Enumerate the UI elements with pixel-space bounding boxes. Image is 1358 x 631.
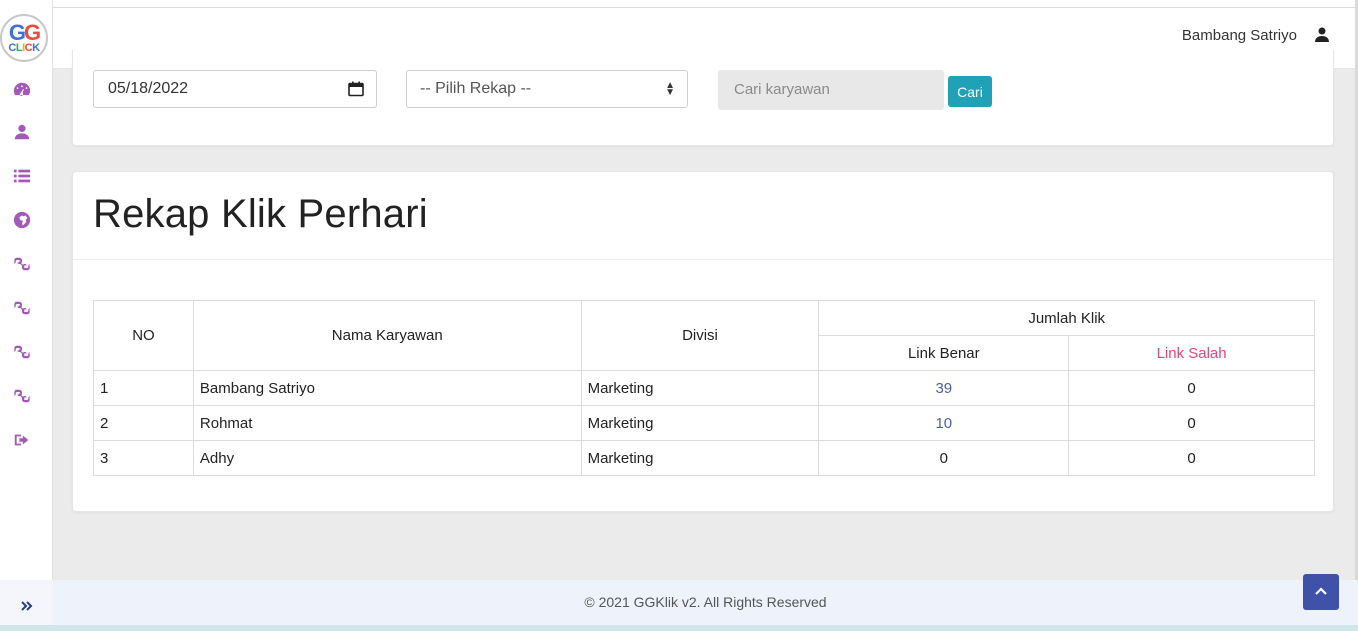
filter-card: 05/18/2022 -- Pilih Rekap -- ▲ ▼ Cari kar… xyxy=(72,50,1334,146)
table-row: 1 Bambang Satriyo Marketing 39 0 xyxy=(93,370,1315,406)
cell-divisi: Marketing xyxy=(580,440,820,476)
top-border xyxy=(53,0,1358,8)
app-logo[interactable]: GG CLICK xyxy=(0,14,48,62)
cell-nama: Rohmat xyxy=(192,405,582,441)
card-header: Rekap Klik Perhari xyxy=(73,172,1333,260)
link-icon xyxy=(14,345,30,359)
cell-no: 1 xyxy=(93,370,194,406)
sidebar-item-link-2[interactable] xyxy=(10,296,34,320)
search-button[interactable]: Cari xyxy=(948,76,992,107)
sidebar-item-dashboard[interactable] xyxy=(10,77,34,101)
search-placeholder: Cari karyawan xyxy=(734,81,830,98)
cell-link-salah: 0 xyxy=(1068,405,1315,441)
link-icon xyxy=(14,389,30,403)
globe-icon xyxy=(13,211,31,229)
sidebar: GG CLICK xyxy=(0,0,53,631)
cell-link-salah: 0 xyxy=(1068,370,1315,406)
rekap-select-value: -- Pilih Rekap -- xyxy=(420,80,532,97)
sidebar-item-link-4[interactable] xyxy=(10,384,34,408)
logo-letter: K xyxy=(32,41,40,54)
cell-divisi: Marketing xyxy=(580,405,820,441)
double-chevron-right-icon xyxy=(20,600,32,611)
sidebar-expand-button[interactable] xyxy=(0,580,53,631)
logo-letter: C xyxy=(24,41,33,54)
sidebar-item-user[interactable] xyxy=(10,120,34,144)
page-title: Rekap Klik Perhari xyxy=(93,192,428,236)
table-header-row: NO Nama Karyawan Divisi Jumlah Klik xyxy=(93,300,1315,371)
chevron-up-icon xyxy=(1315,587,1327,595)
header-jumlah-klik: Jumlah Klik xyxy=(818,300,1315,336)
sidebar-item-globe[interactable] xyxy=(10,208,34,232)
rekap-select[interactable]: -- Pilih Rekap -- ▲ ▼ xyxy=(406,70,688,108)
cell-no: 2 xyxy=(93,405,194,441)
header-nama: Nama Karyawan xyxy=(192,300,582,371)
user-name[interactable]: Bambang Satriyo xyxy=(1182,27,1297,44)
table-row: 2 Rohmat Marketing 10 0 xyxy=(93,405,1315,441)
calendar-icon[interactable] xyxy=(348,81,364,97)
cell-link-benar[interactable]: 10 xyxy=(818,405,1070,441)
scroll-to-top-button[interactable] xyxy=(1303,574,1339,610)
search-input[interactable]: Cari karyawan xyxy=(718,70,944,110)
bottom-strip xyxy=(0,625,1358,631)
cell-nama: Adhy xyxy=(192,440,582,476)
header-no: NO xyxy=(93,300,194,371)
list-icon xyxy=(13,169,31,183)
select-arrows-icon: ▲ ▼ xyxy=(665,80,675,98)
header-link-benar: Link Benar xyxy=(818,335,1070,371)
logo-letter: C xyxy=(8,41,16,54)
cell-link-benar: 0 xyxy=(818,440,1070,476)
date-value: 05/18/2022 xyxy=(108,80,189,97)
table-row: 3 Adhy Marketing 0 0 xyxy=(93,440,1315,476)
rekap-card: Rekap Klik Perhari NO Nama Karyawan Divi… xyxy=(72,171,1334,512)
logout-icon xyxy=(14,434,29,446)
cell-nama: Bambang Satriyo xyxy=(192,370,582,406)
link-icon xyxy=(14,301,30,315)
user-icon[interactable] xyxy=(1315,27,1331,43)
rekap-table: NO Nama Karyawan Divisi Jumlah Klik Link… xyxy=(93,300,1315,476)
sidebar-item-logout[interactable] xyxy=(10,428,34,452)
header-link-salah: Link Salah xyxy=(1068,335,1315,371)
cell-divisi: Marketing xyxy=(580,370,820,406)
footer-copyright: © 2021 GGKlik v2. All Rights Reserved xyxy=(584,594,827,610)
dashboard-icon xyxy=(13,82,31,97)
date-input[interactable]: 05/18/2022 xyxy=(93,70,377,108)
user-icon xyxy=(14,124,30,140)
footer: © 2021 GGKlik v2. All Rights Reserved xyxy=(53,580,1358,625)
cell-no: 3 xyxy=(93,440,194,476)
header-divisi: Divisi xyxy=(580,300,820,371)
sidebar-item-link-3[interactable] xyxy=(10,340,34,364)
sidebar-item-link-1[interactable] xyxy=(10,252,34,276)
link-icon xyxy=(14,257,30,271)
cell-link-benar[interactable]: 39 xyxy=(818,370,1070,406)
sidebar-item-list[interactable] xyxy=(10,164,34,188)
cell-link-salah: 0 xyxy=(1068,440,1315,476)
